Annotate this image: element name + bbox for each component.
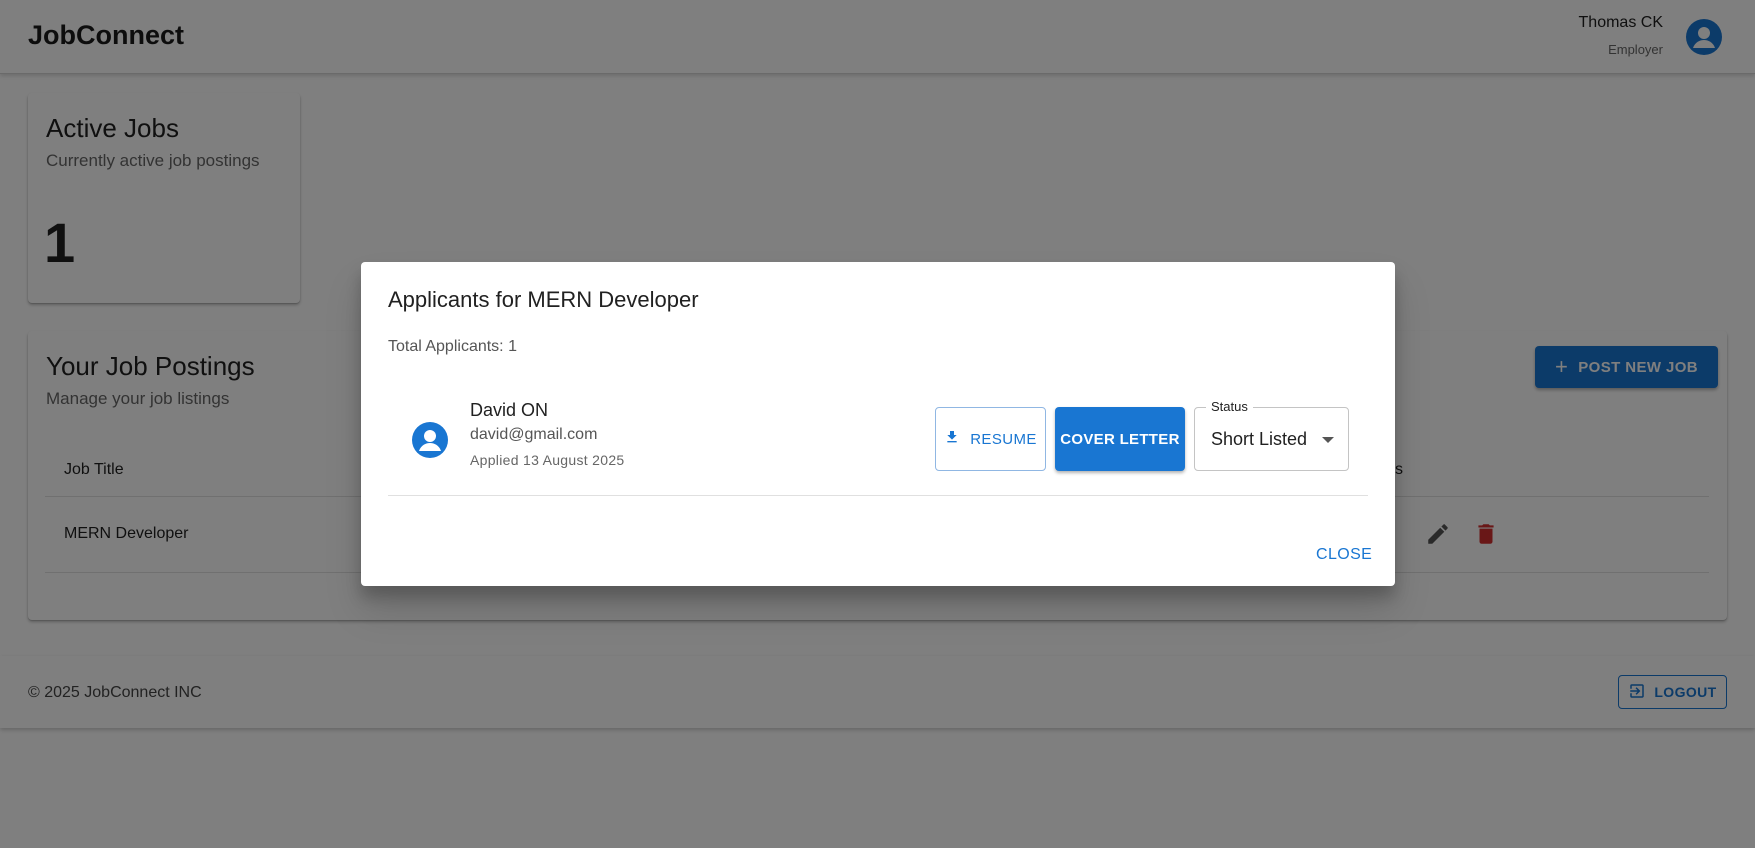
list-item: David ON david@gmail.com Applied 13 Augu… xyxy=(388,392,1368,496)
status-label: Status xyxy=(1206,399,1253,414)
close-button[interactable]: CLOSE xyxy=(1316,546,1372,564)
resume-label: RESUME xyxy=(970,430,1037,448)
chevron-down-icon xyxy=(1322,437,1334,443)
total-applicants: Total Applicants: 1 xyxy=(388,338,517,355)
status-select[interactable]: Status Short Listed xyxy=(1194,399,1349,471)
resume-button[interactable]: RESUME xyxy=(935,407,1046,471)
applicants-dialog: Applicants for MERN Developer Total Appl… xyxy=(361,262,1395,586)
dialog-title: Applicants for MERN Developer xyxy=(388,287,699,312)
status-value: Short Listed xyxy=(1211,429,1308,449)
applicant-avatar-icon xyxy=(412,422,448,458)
cover-letter-button[interactable]: COVER LETTER xyxy=(1055,407,1185,471)
applicant-name: David ON xyxy=(470,400,549,420)
applied-date: Applied 13 August 2025 xyxy=(470,452,625,468)
download-icon xyxy=(944,428,960,450)
applicant-email: david@gmail.com xyxy=(470,426,598,443)
